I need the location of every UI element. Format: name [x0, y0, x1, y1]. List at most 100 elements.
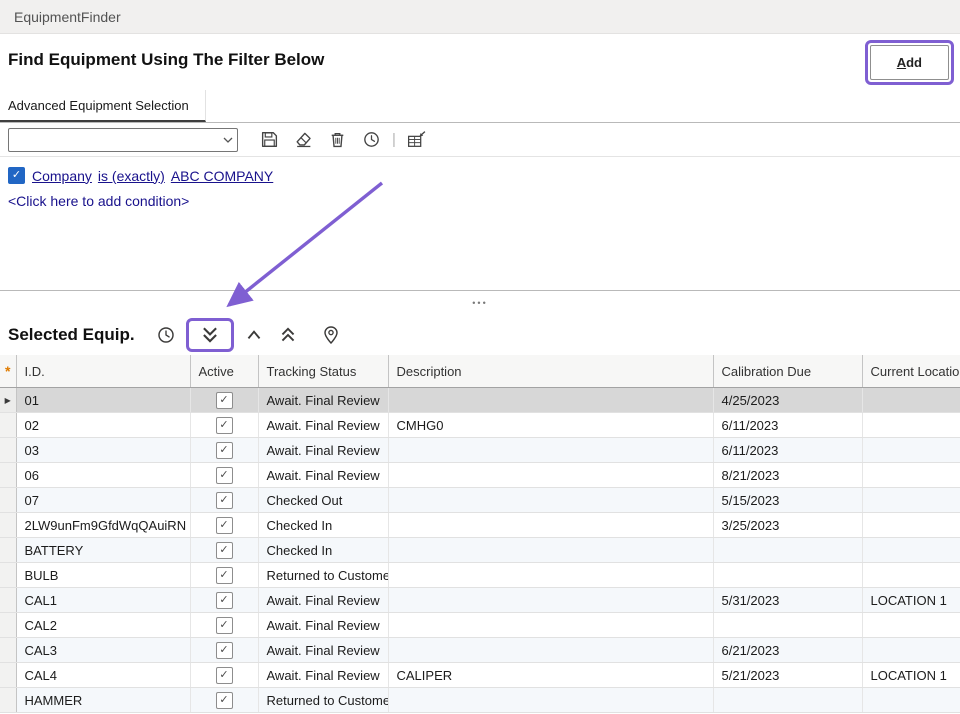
table-row[interactable]: CAL3 Await. Final Review 6/21/2023 [0, 638, 960, 663]
condition-field-link[interactable]: Company [32, 168, 92, 184]
add-button[interactable]: Add [870, 45, 949, 80]
cell-calibration-due: 5/31/2023 [713, 588, 862, 613]
table-row[interactable]: CAL4 Await. Final Review CALIPER 5/21/20… [0, 663, 960, 688]
row-selection-indicator [0, 638, 16, 663]
location-pin-icon [321, 325, 341, 345]
cell-active [190, 538, 258, 563]
col-header-calibration-due[interactable]: Calibration Due [713, 355, 862, 388]
cell-calibration-due [713, 688, 862, 713]
active-checkbox[interactable] [216, 492, 233, 509]
cell-id: CAL4 [16, 663, 190, 688]
active-checkbox[interactable] [216, 592, 233, 609]
advanced-mode-button[interactable] [405, 128, 429, 152]
active-checkbox[interactable] [216, 692, 233, 709]
row-selection-indicator [0, 438, 16, 463]
cell-current-location [862, 438, 960, 463]
row-selection-indicator [0, 463, 16, 488]
cell-calibration-due: 3/25/2023 [713, 513, 862, 538]
annotation-highlight-box: Add [865, 40, 954, 85]
cell-calibration-due: 6/11/2023 [713, 438, 862, 463]
table-row[interactable]: 2LW9unFm9GfdWqQAuiRN Checked In 3/25/202… [0, 513, 960, 538]
condition-value-link[interactable]: ABC COMPANY [171, 168, 273, 184]
cell-active [190, 488, 258, 513]
history-button[interactable] [154, 323, 178, 347]
cell-current-location [862, 488, 960, 513]
condition-operator-link[interactable]: is (exactly) [98, 168, 165, 184]
splitter-handle[interactable]: ••• [472, 298, 487, 308]
cell-tracking-status: Await. Final Review [258, 438, 388, 463]
row-selection-indicator [0, 613, 16, 638]
scroll-to-bottom-button[interactable] [198, 323, 222, 347]
col-header-id[interactable]: I.D. [16, 355, 190, 388]
cell-calibration-due: 4/25/2023 [713, 388, 862, 413]
col-header-description[interactable]: Description [388, 355, 713, 388]
cell-calibration-due [713, 613, 862, 638]
table-row[interactable]: CAL1 Await. Final Review 5/31/2023 LOCAT… [0, 588, 960, 613]
location-button[interactable] [319, 323, 343, 347]
row-selection-indicator [0, 538, 16, 563]
chevron-down-icon[interactable] [219, 129, 237, 151]
active-checkbox[interactable] [216, 617, 233, 634]
active-checkbox[interactable] [216, 517, 233, 534]
add-condition-link[interactable]: <Click here to add condition> [8, 193, 189, 209]
clear-filter-button[interactable] [291, 128, 315, 152]
cell-tracking-status: Await. Final Review [258, 638, 388, 663]
cell-calibration-due: 5/21/2023 [713, 663, 862, 688]
table-row[interactable]: 07 Checked Out 5/15/2023 [0, 488, 960, 513]
col-header-active[interactable]: Active [190, 355, 258, 388]
filter-preset-combobox[interactable] [8, 128, 238, 152]
active-checkbox[interactable] [216, 467, 233, 484]
table-row[interactable]: BATTERY Checked In [0, 538, 960, 563]
cell-current-location [862, 563, 960, 588]
cell-tracking-status: Returned to Customer [258, 688, 388, 713]
cell-id: 07 [16, 488, 190, 513]
cell-tracking-status: Await. Final Review [258, 388, 388, 413]
row-selection-indicator: ▶ [0, 388, 16, 413]
scroll-up-button[interactable] [242, 323, 266, 347]
section-title: Selected Equip. [8, 325, 135, 345]
active-checkbox[interactable] [216, 442, 233, 459]
table-row[interactable]: 03 Await. Final Review 6/11/2023 [0, 438, 960, 463]
table-arrow-icon [406, 130, 427, 149]
active-checkbox[interactable] [216, 542, 233, 559]
scroll-to-top-button[interactable] [276, 323, 300, 347]
delete-filter-button[interactable] [325, 128, 349, 152]
cell-calibration-due: 5/15/2023 [713, 488, 862, 513]
cell-tracking-status: Returned to Customer [258, 563, 388, 588]
table-row[interactable]: ▶ 01 Await. Final Review 4/25/2023 [0, 388, 960, 413]
cell-id: 2LW9unFm9GfdWqQAuiRN [16, 513, 190, 538]
equipment-grid-container: * I.D. Active Tracking Status Descriptio… [0, 355, 960, 714]
cell-tracking-status: Checked Out [258, 488, 388, 513]
cell-current-location [862, 513, 960, 538]
col-header-tracking-status[interactable]: Tracking Status [258, 355, 388, 388]
cell-description [388, 513, 713, 538]
cell-description [388, 488, 713, 513]
filter-preset-input[interactable] [9, 131, 219, 149]
cell-description [388, 463, 713, 488]
clock-icon [362, 130, 381, 149]
active-checkbox[interactable] [216, 567, 233, 584]
table-row[interactable]: BULB Returned to Customer [0, 563, 960, 588]
save-icon [260, 130, 279, 149]
cell-active [190, 413, 258, 438]
table-row[interactable]: 02 Await. Final Review CMHG0 6/11/2023 [0, 413, 960, 438]
tab-advanced-equipment-selection[interactable]: Advanced Equipment Selection [0, 90, 206, 122]
table-row[interactable]: HAMMER Returned to Customer [0, 688, 960, 713]
active-checkbox[interactable] [216, 642, 233, 659]
row-selection-indicator [0, 488, 16, 513]
cell-description [388, 563, 713, 588]
table-row[interactable]: 06 Await. Final Review 8/21/2023 [0, 463, 960, 488]
table-row[interactable]: CAL2 Await. Final Review [0, 613, 960, 638]
save-filter-button[interactable] [257, 128, 281, 152]
annotation-highlight-box [186, 318, 234, 352]
filter-history-button[interactable] [359, 128, 383, 152]
cell-active [190, 388, 258, 413]
active-checkbox[interactable] [216, 667, 233, 684]
cell-calibration-due [713, 538, 862, 563]
condition-checkbox[interactable] [8, 167, 25, 184]
active-checkbox[interactable] [216, 417, 233, 434]
active-checkbox[interactable] [216, 392, 233, 409]
filter-panel: | Company is (exactly) ABC COMPANY <Clic [0, 122, 960, 291]
clock-icon [156, 325, 176, 345]
col-header-current-location[interactable]: Current Location [862, 355, 960, 388]
